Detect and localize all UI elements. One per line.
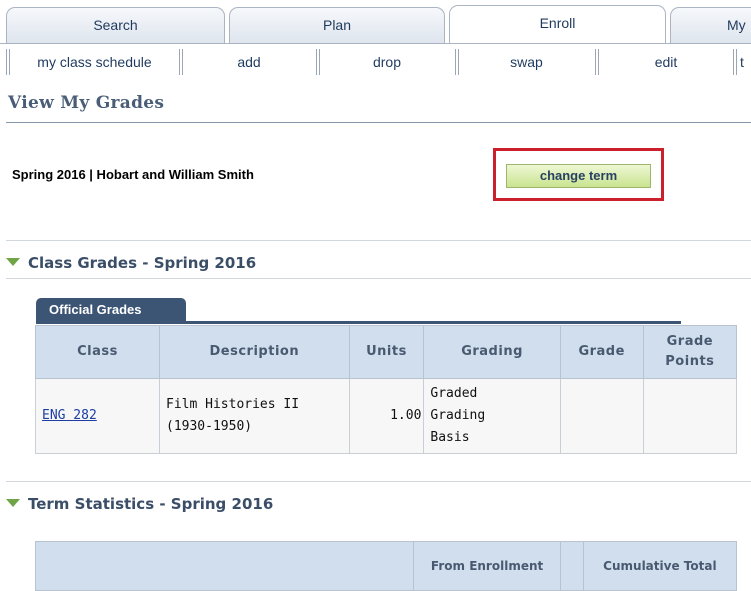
grid-tab-underline xyxy=(36,321,681,324)
cell-description: Film Histories II (1930-1950) xyxy=(159,378,350,454)
cell-grade xyxy=(559,378,644,454)
tab-plan[interactable]: Plan xyxy=(229,7,445,43)
subnav-separator xyxy=(595,49,599,75)
term-statistics-table: From Enrollment Cumulative Total xyxy=(35,541,738,591)
enroll-subnav: my class schedule add drop swap edit t xyxy=(0,46,751,78)
term-label: Spring 2016 | Hobart and William Smith xyxy=(12,167,254,182)
cell-class[interactable]: ENG 282 xyxy=(35,378,160,454)
column-header-class: Class xyxy=(35,325,160,379)
stats-header-cumulative-total: Cumulative Total xyxy=(582,541,738,591)
subnav-separator xyxy=(316,49,320,75)
top-tabs: Search Plan Enroll My xyxy=(0,0,751,44)
subnav-edit[interactable]: edit xyxy=(601,50,731,74)
term-statistics-header[interactable]: Term Statistics - Spring 2016 xyxy=(6,495,273,513)
subnav-swap[interactable]: swap xyxy=(461,50,592,74)
class-grades-header[interactable]: Class Grades - Spring 2016 xyxy=(6,254,256,272)
subnav-drop[interactable]: drop xyxy=(322,50,452,74)
column-header-units: Units xyxy=(348,325,425,379)
collapse-triangle-icon[interactable] xyxy=(6,499,20,507)
collapse-triangle-icon[interactable] xyxy=(6,258,20,266)
official-grades-tab[interactable]: Official Grades xyxy=(36,298,186,322)
column-header-description: Description xyxy=(159,325,350,379)
subnav-separator xyxy=(6,49,10,75)
tab-enroll[interactable]: Enroll xyxy=(449,5,666,44)
subnav-separator xyxy=(179,49,183,75)
class-link[interactable]: ENG 282 xyxy=(42,408,97,423)
stats-header-blank xyxy=(35,541,414,591)
tab-my[interactable]: My xyxy=(670,7,751,43)
column-header-grading: Grading xyxy=(423,325,561,379)
section-divider xyxy=(6,240,751,241)
cell-units: 1.00 xyxy=(348,378,425,454)
subnav-separator xyxy=(455,49,459,75)
term-statistics-title: Term Statistics - Spring 2016 xyxy=(28,495,274,513)
grades-table: Class Description Units Grading Grade Gr… xyxy=(35,325,738,454)
subnav-term-info[interactable]: t xyxy=(740,50,751,74)
tab-search[interactable]: Search xyxy=(6,7,225,43)
subnav-separator xyxy=(733,49,737,75)
stats-header-from-enrollment: From Enrollment xyxy=(412,541,562,591)
tabs-divider xyxy=(0,43,751,44)
cell-grading: Graded Grading Basis xyxy=(423,378,561,454)
subnav-add[interactable]: add xyxy=(185,50,313,74)
cell-grade-points xyxy=(642,378,738,454)
column-header-grade-points: Grade Points xyxy=(642,325,738,379)
title-divider xyxy=(6,122,751,123)
section-divider xyxy=(6,481,751,482)
class-grades-title: Class Grades - Spring 2016 xyxy=(28,254,257,272)
column-header-grade: Grade xyxy=(559,325,644,379)
stats-header-spacer xyxy=(560,541,584,591)
change-term-button[interactable]: change term xyxy=(506,164,651,188)
section-divider xyxy=(6,278,751,279)
table-row: ENG 282 Film Histories II (1930-1950) 1.… xyxy=(35,378,738,454)
subnav-my-class-schedule[interactable]: my class schedule xyxy=(12,50,177,74)
page-title: View My Grades xyxy=(8,93,165,113)
